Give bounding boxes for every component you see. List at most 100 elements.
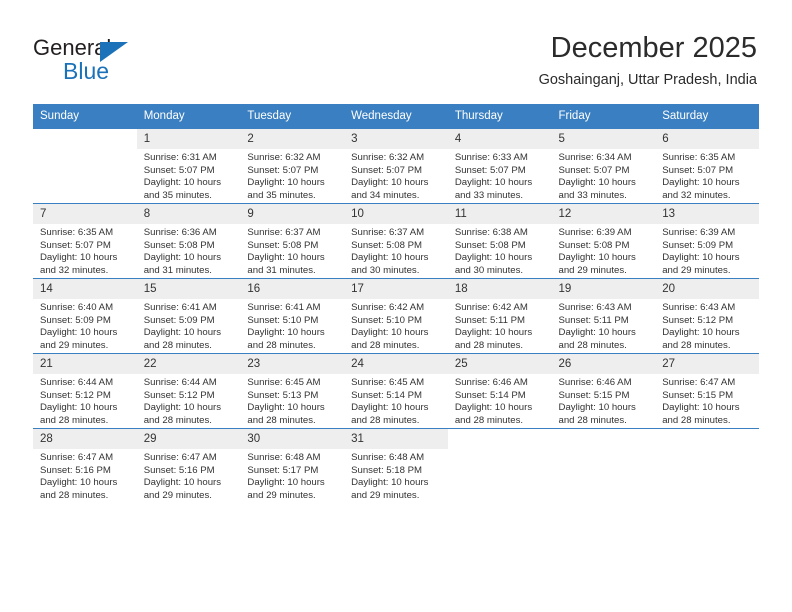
calendar-day-cell[interactable]: 2 Sunrise: 6:32 AM Sunset: 5:07 PM Daylight…	[240, 128, 345, 204]
brand-logo[interactable]: General Blue	[33, 36, 253, 88]
calendar-day-cell[interactable]: 29 Sunrise: 6:47 AM Sunset: 5:16 PM Dayligh…	[136, 428, 241, 503]
calendar-day-cell[interactable]: 16 Sunrise: 6:41 AM Sunset: 5:10 PM Dayligh…	[240, 278, 345, 354]
day-number: 5	[551, 129, 656, 149]
day-cell-inner: 29 Sunrise: 6:47 AM Sunset: 5:16 PM Dayligh…	[136, 429, 241, 503]
calendar-day-cell[interactable]: 28 Sunrise: 6:47 AM Sunset: 5:16 PM Dayligh…	[33, 428, 137, 503]
sunset-text: Sunset: 5:14 PM	[351, 389, 423, 401]
day-number: 13	[655, 204, 759, 224]
sunset-text: Sunset: 5:07 PM	[351, 164, 423, 176]
sunrise-text: Sunrise: 6:44 AM	[40, 377, 114, 388]
sunrise-text: Sunrise: 6:39 AM	[558, 227, 632, 238]
brand-name-blue: Blue	[63, 58, 110, 84]
sunrise-text: Sunrise: 6:48 AM	[351, 452, 425, 463]
day-cell-inner: 31 Sunrise: 6:48 AM Sunset: 5:18 PM Dayligh…	[344, 429, 448, 503]
day-details: Sunrise: 6:37 AM Sunset: 5:08 PM Daylight:…	[240, 224, 344, 277]
calendar-day-cell[interactable]: 22 Sunrise: 6:44 AM Sunset: 5:12 PM Dayligh…	[136, 353, 241, 429]
calendar-day-cell[interactable]: 17 Sunrise: 6:42 AM Sunset: 5:10 PM Dayligh…	[344, 278, 448, 354]
daylight-text-line2: and 29 minutes.	[662, 264, 731, 276]
calendar-day-cell[interactable]: 24 Sunrise: 6:45 AM Sunset: 5:14 PM Dayligh…	[344, 353, 448, 429]
day-number: 4	[447, 129, 552, 149]
sunset-text: Sunset: 5:08 PM	[558, 239, 630, 251]
sunrise-text: Sunrise: 6:32 AM	[351, 152, 425, 163]
calendar-day-cell[interactable]: 14 Sunrise: 6:40 AM Sunset: 5:09 PM Dayligh…	[33, 278, 137, 354]
day-number: 15	[136, 279, 241, 299]
calendar-day-cell[interactable]: 23 Sunrise: 6:45 AM Sunset: 5:13 PM Dayligh…	[240, 353, 345, 429]
calendar-day-cell[interactable]: 12 Sunrise: 6:39 AM Sunset: 5:08 PM Dayligh…	[551, 203, 656, 279]
calendar-day-cell[interactable]: 31 Sunrise: 6:48 AM Sunset: 5:18 PM Dayligh…	[344, 428, 448, 503]
calendar-day-cell[interactable]: 11 Sunrise: 6:38 AM Sunset: 5:08 PM Dayligh…	[447, 203, 552, 279]
daylight-text-line2: and 28 minutes.	[351, 339, 420, 351]
day-cell-inner: 16 Sunrise: 6:41 AM Sunset: 5:10 PM Dayligh…	[240, 279, 345, 353]
day-number: 21	[33, 354, 137, 374]
sunset-text: Sunset: 5:09 PM	[143, 314, 215, 326]
calendar-day-cell[interactable]: 13 Sunrise: 6:39 AM Sunset: 5:09 PM Dayligh…	[655, 203, 759, 279]
day-number: 26	[551, 354, 656, 374]
sunset-text: Sunset: 5:07 PM	[40, 239, 111, 251]
sunrise-text: Sunrise: 6:35 AM	[662, 152, 736, 163]
calendar-day-cell[interactable]: 8 Sunrise: 6:36 AM Sunset: 5:08 PM Daylight…	[136, 203, 241, 279]
calendar-day-cell[interactable]: 7 Sunrise: 6:35 AM Sunset: 5:07 PM Daylight…	[33, 203, 137, 279]
calendar-day-cell[interactable]: 18 Sunrise: 6:42 AM Sunset: 5:11 PM Dayligh…	[447, 278, 552, 354]
calendar-day-cell[interactable]: 4 Sunrise: 6:33 AM Sunset: 5:07 PM Daylight…	[447, 128, 552, 204]
sunset-text: Sunset: 5:07 PM	[558, 164, 630, 176]
daylight-text-line1: Daylight: 10 hours	[351, 177, 429, 189]
day-number	[655, 429, 759, 449]
daylight-text-line1: Daylight: 10 hours	[558, 177, 636, 189]
day-details: Sunrise: 6:47 AM Sunset: 5:15 PM Daylight:…	[655, 374, 759, 427]
calendar-day-cell[interactable]: 1 Sunrise: 6:31 AM Sunset: 5:07 PM Daylight…	[136, 128, 241, 204]
daylight-text-line1: Daylight: 10 hours	[247, 252, 325, 264]
sunrise-text: Sunrise: 6:37 AM	[247, 227, 321, 238]
calendar-day-cell[interactable]: 3 Sunrise: 6:32 AM Sunset: 5:07 PM Daylight…	[344, 128, 448, 204]
daylight-text-line1: Daylight: 10 hours	[143, 177, 222, 189]
calendar-day-cell[interactable]: 21 Sunrise: 6:44 AM Sunset: 5:12 PM Dayligh…	[33, 353, 137, 429]
day-details: Sunrise: 6:37 AM Sunset: 5:08 PM Daylight:…	[344, 224, 448, 277]
day-details: Sunrise: 6:47 AM Sunset: 5:16 PM Daylight:…	[137, 449, 241, 502]
daylight-text-line1: Daylight: 10 hours	[454, 327, 533, 339]
sunrise-text: Sunrise: 6:47 AM	[662, 377, 736, 388]
calendar-day-cell[interactable]: 20 Sunrise: 6:43 AM Sunset: 5:12 PM Dayligh…	[655, 278, 759, 354]
day-cell-inner: 21 Sunrise: 6:44 AM Sunset: 5:12 PM Dayligh…	[33, 354, 137, 428]
daylight-text-line1: Daylight: 10 hours	[454, 402, 533, 414]
daylight-text-line1: Daylight: 10 hours	[351, 252, 429, 264]
calendar-day-cell[interactable]: 30 Sunrise: 6:48 AM Sunset: 5:17 PM Dayligh…	[240, 428, 345, 503]
calendar-day-cell[interactable]: 15 Sunrise: 6:41 AM Sunset: 5:09 PM Dayligh…	[136, 278, 241, 354]
calendar-header-row: Sunday Monday Tuesday Wednesday Thursday…	[33, 104, 759, 129]
sunrise-text: Sunrise: 6:38 AM	[454, 227, 528, 238]
calendar-week-row: 7 Sunrise: 6:35 AM Sunset: 5:07 PM Daylight…	[33, 203, 759, 279]
day-details: Sunrise: 6:42 AM Sunset: 5:10 PM Daylight:…	[344, 299, 448, 352]
daylight-text-line1: Daylight: 10 hours	[351, 327, 429, 339]
day-cell-inner: 13 Sunrise: 6:39 AM Sunset: 5:09 PM Dayligh…	[655, 204, 759, 278]
sunrise-text: Sunrise: 6:42 AM	[351, 302, 425, 313]
day-number: 10	[344, 204, 448, 224]
day-number: 16	[240, 279, 345, 299]
column-header-sunday: Sunday	[33, 104, 137, 129]
calendar-day-cell[interactable]: 6 Sunrise: 6:35 AM Sunset: 5:07 PM Daylight…	[655, 128, 759, 204]
calendar-day-cell[interactable]: 19 Sunrise: 6:43 AM Sunset: 5:11 PM Dayligh…	[551, 278, 656, 354]
daylight-text-line1: Daylight: 10 hours	[662, 252, 740, 264]
calendar-day-cell[interactable]: 5 Sunrise: 6:34 AM Sunset: 5:07 PM Daylight…	[551, 128, 656, 204]
day-details: Sunrise: 6:32 AM Sunset: 5:07 PM Daylight:…	[344, 149, 448, 202]
day-cell-inner: 25 Sunrise: 6:46 AM Sunset: 5:14 PM Dayligh…	[447, 354, 552, 428]
calendar-week-row: 28 Sunrise: 6:47 AM Sunset: 5:16 PM Dayligh…	[33, 428, 759, 503]
day-cell-inner: 4 Sunrise: 6:33 AM Sunset: 5:07 PM Daylight…	[447, 129, 552, 203]
day-number: 18	[447, 279, 552, 299]
day-cell-inner: 20 Sunrise: 6:43 AM Sunset: 5:12 PM Dayligh…	[655, 279, 759, 353]
sunset-text: Sunset: 5:16 PM	[40, 464, 111, 476]
daylight-text-line1: Daylight: 10 hours	[662, 177, 740, 189]
sunrise-text: Sunrise: 6:46 AM	[558, 377, 632, 388]
calendar-day-cell-empty	[33, 128, 137, 204]
sunrise-text: Sunrise: 6:37 AM	[351, 227, 425, 238]
sunset-text: Sunset: 5:12 PM	[40, 389, 111, 401]
day-cell-inner	[655, 429, 759, 503]
daylight-text-line2: and 28 minutes.	[558, 339, 627, 351]
daylight-text-line1: Daylight: 10 hours	[247, 177, 325, 189]
day-cell-inner: 14 Sunrise: 6:40 AM Sunset: 5:09 PM Dayligh…	[33, 279, 137, 353]
day-details: Sunrise: 6:44 AM Sunset: 5:12 PM Daylight:…	[33, 374, 137, 427]
calendar-day-cell[interactable]: 27 Sunrise: 6:47 AM Sunset: 5:15 PM Dayligh…	[655, 353, 759, 429]
day-cell-inner: 23 Sunrise: 6:45 AM Sunset: 5:13 PM Dayligh…	[240, 354, 345, 428]
sunset-text: Sunset: 5:10 PM	[351, 314, 423, 326]
calendar-day-cell[interactable]: 10 Sunrise: 6:37 AM Sunset: 5:08 PM Dayligh…	[344, 203, 448, 279]
calendar-day-cell[interactable]: 25 Sunrise: 6:46 AM Sunset: 5:14 PM Dayligh…	[447, 353, 552, 429]
calendar-day-cell[interactable]: 9 Sunrise: 6:37 AM Sunset: 5:08 PM Daylight…	[240, 203, 345, 279]
calendar-day-cell[interactable]: 26 Sunrise: 6:46 AM Sunset: 5:15 PM Dayligh…	[551, 353, 656, 429]
